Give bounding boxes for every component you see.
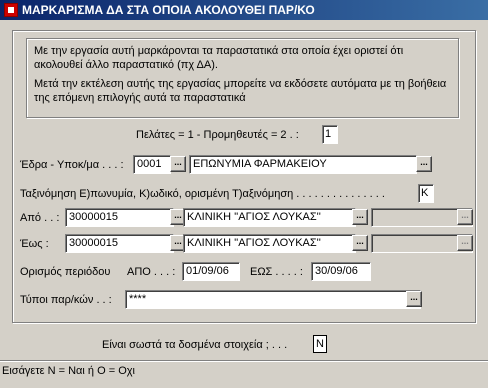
period-to-label: ΕΩΣ . . . . : — [250, 266, 303, 278]
info-panel: Με την εργασία αυτή μαρκάρονται τα παρασ… — [26, 38, 459, 118]
to-label: Έως : — [20, 238, 49, 250]
sort-label: Ταξινόμηση Ε)πωνυμία, Κ)ωδικό, ορισμένη … — [20, 188, 385, 200]
seat-name-input[interactable]: ΕΠΩΝΥΜΙΑ ΦΑΡΜΑΚΕΙΟΥ — [189, 155, 417, 174]
seat-label: Έδρα - Υποκ/μα . . . : — [20, 159, 124, 171]
info-text-2: Μετά την εκτέλεση αυτής της εργασίας μπο… — [34, 78, 447, 104]
doc-types-input[interactable]: **** — [125, 290, 421, 309]
confirm-input[interactable]: N — [313, 335, 327, 353]
customers-suppliers-label: Πελάτες = 1 - Προμηθευτές = 2 . : — [136, 129, 299, 141]
app-icon — [4, 3, 18, 17]
period-label: Ορισμός περιόδου — [20, 266, 111, 278]
from-name-input[interactable]: ΚΛΙΝΙΚΗ ''ΑΓΙΟΣ ΛΟΥΚΑΣ'' — [183, 208, 356, 227]
info-text-1: Με την εργασία αυτή μαρκάρονται τα παρασ… — [34, 45, 404, 71]
seat-code-input[interactable]: 0001 — [133, 155, 171, 174]
doc-types-label: Τύποι παρ/κών . . : — [20, 294, 112, 306]
from-name-lookup-button[interactable]: ... — [352, 209, 368, 225]
seat-name-lookup-button[interactable]: ... — [416, 156, 432, 172]
to-extra-lookup-button: ... — [457, 235, 473, 251]
from-extra-lookup-button: ... — [457, 209, 473, 225]
dialog-window: ΜΑΡΚΑΡΙΣΜΑ ΔΑ ΣΤΑ ΟΠΟΙΑ ΑΚΟΛΟΥΘΕΙ ΠΑΡ/ΚΟ… — [0, 0, 488, 388]
sort-input[interactable]: K — [418, 184, 434, 203]
title-bar: ΜΑΡΚΑΡΙΣΜΑ ΔΑ ΣΤΑ ΟΠΟΙΑ ΑΚΟΛΟΥΘΕΙ ΠΑΡ/ΚΟ — [0, 0, 488, 20]
period-from-label: ΑΠΟ . . . : — [127, 266, 176, 278]
customers-suppliers-input[interactable]: 1 — [322, 125, 338, 144]
to-name-input[interactable]: ΚΛΙΝΙΚΗ ''ΑΓΙΟΣ ΛΟΥΚΑΣ'' — [183, 234, 356, 253]
status-bar: Εισάγετε N = Ναι ή O = Oχι — [0, 360, 488, 388]
confirm-label: Είναι σωστά τα δοσμένα στοιχεία ; . . . — [102, 339, 288, 351]
to-code-input[interactable]: 30000015 — [65, 234, 174, 253]
seat-code-lookup-button[interactable]: ... — [170, 156, 186, 172]
from-label: Από . . : — [20, 212, 60, 224]
period-to-input[interactable]: 30/09/06 — [311, 262, 371, 281]
to-name-lookup-button[interactable]: ... — [352, 235, 368, 251]
window-title: ΜΑΡΚΑΡΙΣΜΑ ΔΑ ΣΤΑ ΟΠΟΙΑ ΑΚΟΛΟΥΘΕΙ ΠΑΡ/ΚΟ — [22, 3, 315, 17]
period-from-input[interactable]: 01/09/06 — [182, 262, 240, 281]
doc-types-lookup-button[interactable]: ... — [406, 291, 422, 307]
status-text: Εισάγετε N = Ναι ή O = Oχι — [2, 365, 135, 377]
from-code-input[interactable]: 30000015 — [65, 208, 174, 227]
